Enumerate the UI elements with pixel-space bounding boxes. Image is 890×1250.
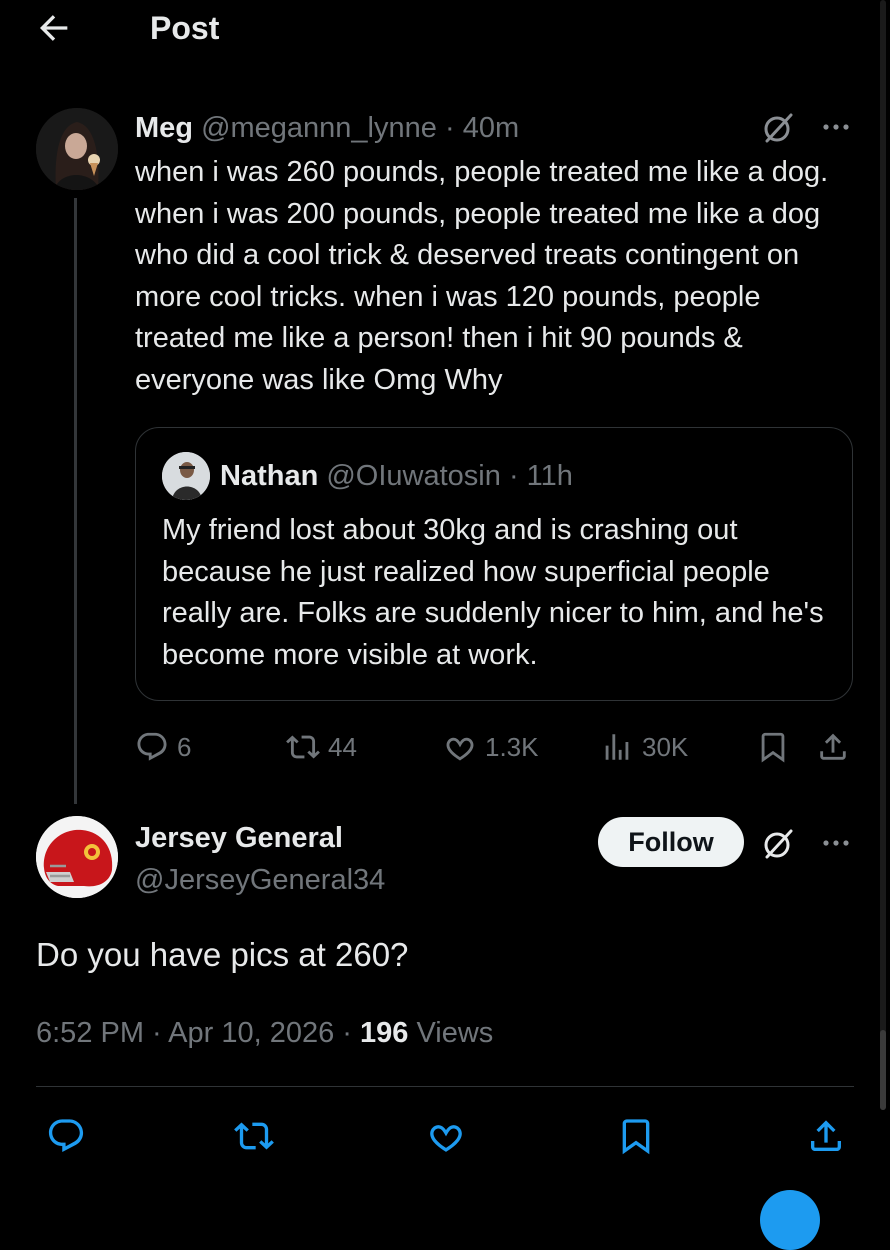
like-button[interactable] [426, 1116, 466, 1156]
separator-dot: · [444, 112, 455, 144]
reply-text: Do you have pics at 260? [36, 936, 409, 973]
share-button[interactable] [816, 730, 850, 764]
thread-connector-line [74, 198, 77, 804]
follow-button[interactable]: Follow [598, 817, 744, 867]
reply-count: 6 [177, 731, 192, 762]
reply-icon [137, 732, 167, 761]
share-button[interactable] [806, 1116, 846, 1156]
reply-icon [48, 1119, 84, 1152]
bookmark-icon [622, 1119, 650, 1155]
bookmark-button[interactable] [756, 730, 790, 764]
heart-icon [430, 1125, 462, 1152]
views-count: 30K [642, 731, 689, 762]
like-button[interactable]: 1.3K [443, 730, 539, 764]
bookmark-button[interactable] [616, 1116, 656, 1156]
reply-button[interactable] [46, 1116, 86, 1156]
avatar[interactable] [36, 108, 118, 190]
scrollbar-thumb[interactable] [880, 1030, 886, 1110]
back-button[interactable] [34, 8, 74, 48]
author-name[interactable]: Meg [135, 112, 193, 144]
post-metadata: 6:52 PM · Apr 10, 2026 · 196 Views [36, 1013, 493, 1053]
author-handle[interactable]: @megannn_lynne [201, 112, 437, 144]
grok-icon [764, 113, 793, 143]
more-icon [823, 124, 849, 130]
quoted-author-handle: @OIuwatosin [326, 460, 501, 492]
heart-icon [446, 737, 474, 761]
avatar[interactable] [36, 816, 118, 898]
quoted-author-name: Nathan [220, 460, 319, 492]
post-text: when i was 260 pounds, people treated me… [135, 156, 829, 396]
more-options-button[interactable] [818, 112, 854, 142]
arrow-left-icon [40, 15, 68, 41]
post-header: Meg @megannn_lynne · 40m [135, 108, 519, 148]
page-title: Post [150, 10, 220, 46]
separator-dot: · [508, 460, 519, 492]
quoted-avatar-image [162, 452, 210, 500]
reply-button[interactable]: 6 [135, 730, 191, 764]
quoted-post-text: My friend lost about 30kg and is crashin… [162, 514, 824, 671]
views-count: 196 [360, 1017, 409, 1049]
avatar-image [36, 108, 118, 190]
repost-icon [234, 1122, 274, 1150]
quoted-avatar [162, 452, 210, 500]
views-icon [605, 734, 629, 760]
repost-button[interactable]: 44 [286, 730, 357, 764]
divider [36, 1086, 854, 1087]
author-handle[interactable]: @JerseyGeneral34 [135, 860, 385, 900]
grok-icon [764, 829, 793, 859]
avatar-image [36, 816, 118, 898]
share-icon [811, 1120, 841, 1151]
repost-button[interactable] [234, 1116, 274, 1156]
compose-button[interactable] [760, 1190, 820, 1250]
like-count: 1.3K [485, 731, 539, 762]
scrollbar-track[interactable] [880, 0, 886, 1110]
grok-button[interactable] [760, 826, 796, 862]
repost-icon [286, 735, 320, 759]
quoted-post-time: 11h [526, 460, 573, 492]
share-icon [820, 733, 846, 760]
more-icon [823, 840, 849, 846]
grok-button[interactable] [760, 110, 796, 146]
more-options-button[interactable] [818, 828, 854, 858]
repost-count: 44 [328, 731, 357, 762]
timestamp[interactable]: 6:52 PM · Apr 10, 2026 · [36, 1017, 360, 1049]
post-time[interactable]: 40m [463, 112, 519, 144]
quoted-post-header: Nathan @OIuwatosin · 11h [220, 456, 573, 496]
bookmark-icon [761, 732, 785, 763]
author-name[interactable]: Jersey General [135, 818, 343, 858]
views-label: Views [416, 1017, 494, 1049]
views-button[interactable]: 30K [600, 730, 688, 764]
